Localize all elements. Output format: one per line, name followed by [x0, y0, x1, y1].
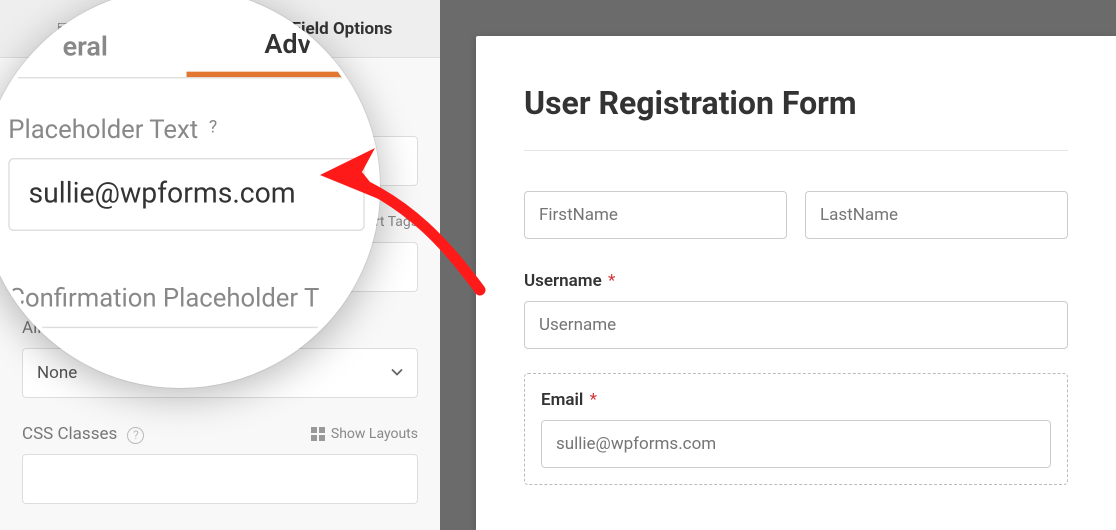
css-classes-input[interactable]	[22, 454, 418, 504]
name-field-row	[524, 191, 1068, 239]
email-input[interactable]	[541, 420, 1051, 468]
grid-icon	[311, 427, 325, 441]
help-icon: ?	[209, 116, 236, 143]
mag-tab-general: eral	[0, 14, 187, 77]
form-preview: User Registration Form Username *	[476, 36, 1116, 530]
firstname-input[interactable]	[524, 191, 787, 239]
mag-placeholder-label: Placeholder Text ?	[8, 114, 364, 145]
show-layouts-link[interactable]: Show Layouts	[311, 426, 418, 442]
username-input[interactable]	[524, 301, 1068, 349]
email-field-selected[interactable]: Email *	[524, 373, 1068, 485]
preview-area: User Registration Form Username *	[440, 0, 1116, 530]
username-label: Username *	[524, 271, 1068, 291]
required-star: *	[608, 271, 615, 291]
mag-confirmation-input	[8, 327, 364, 388]
mag-confirmation-label: Confirmation Placeholder T	[8, 282, 364, 313]
form-title: User Registration Form	[524, 84, 1068, 122]
css-classes-label: CSS Classes ?	[22, 424, 144, 444]
username-field: Username *	[524, 271, 1068, 349]
help-icon[interactable]: ?	[127, 427, 144, 444]
mag-placeholder-input	[8, 158, 364, 231]
divider	[524, 150, 1068, 151]
required-star: *	[590, 390, 597, 410]
magnifier-overlay: eral Adv Placeholder Text ? Confirmation…	[0, 0, 380, 388]
mag-tab-advanced: Adv	[187, 14, 381, 77]
lastname-input[interactable]	[805, 191, 1068, 239]
email-label: Email *	[541, 390, 1051, 410]
